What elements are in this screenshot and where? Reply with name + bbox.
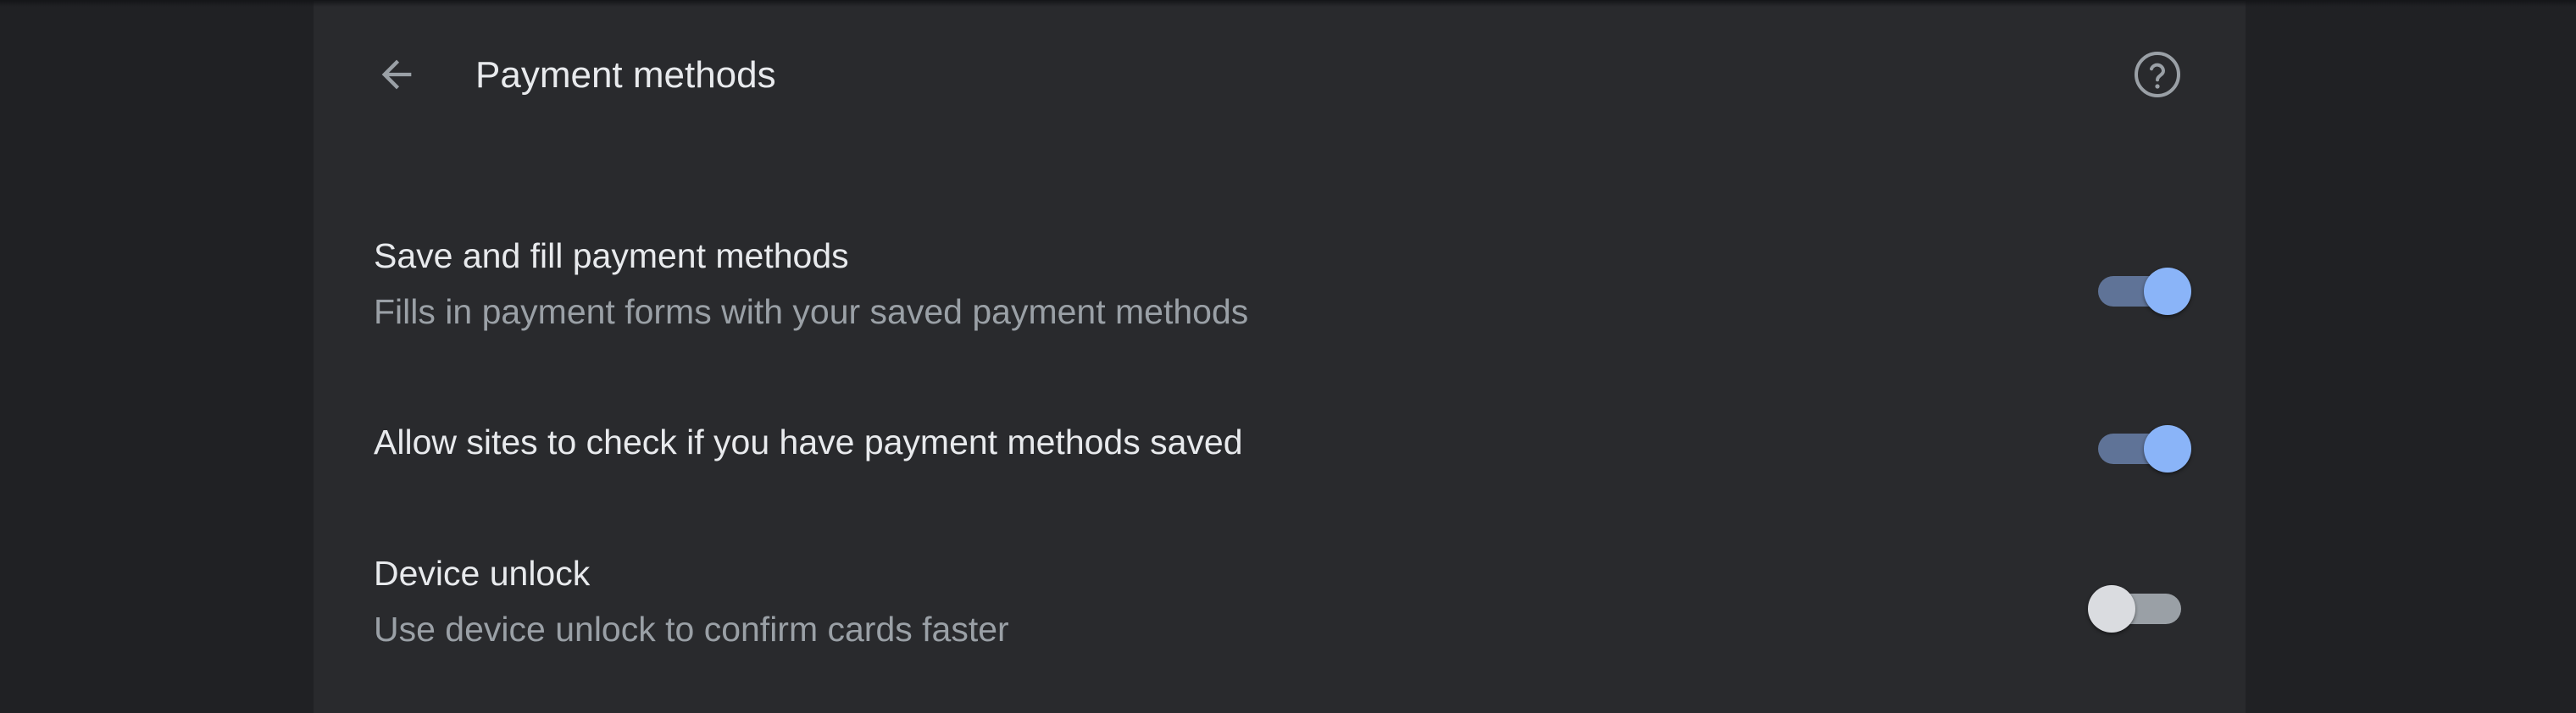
- allow-sites-check-toggle[interactable]: [2093, 418, 2191, 473]
- help-circle-icon: [2135, 52, 2180, 97]
- device-unlock-toggle[interactable]: [2088, 578, 2186, 633]
- top-shadow: [0, 0, 2576, 7]
- back-button[interactable]: [369, 47, 424, 102]
- setting-description: Use device unlock to confirm cards faste…: [374, 610, 1009, 649]
- setting-label: Allow sites to check if you have payment…: [374, 423, 1243, 462]
- settings-page: Payment methods Save and fill payment me…: [0, 0, 2576, 713]
- setting-row-allow-sites-check: Allow sites to check if you have payment…: [314, 415, 2246, 483]
- header: Payment methods: [314, 0, 2246, 152]
- toggle-knob: [2144, 268, 2191, 315]
- arrow-back-icon: [381, 59, 412, 90]
- toggle-knob: [2144, 425, 2191, 473]
- payment-methods-card: Payment methods Save and fill payment me…: [314, 0, 2246, 713]
- setting-row-save-and-fill: Save and fill payment methods Fills in p…: [314, 229, 2246, 356]
- toggle-knob: [2088, 585, 2135, 633]
- help-button[interactable]: [2130, 47, 2185, 102]
- setting-description: Fills in payment forms with your saved p…: [374, 292, 1249, 331]
- page-title: Payment methods: [475, 54, 776, 96]
- setting-label: Save and fill payment methods: [374, 236, 849, 275]
- save-and-fill-toggle[interactable]: [2093, 261, 2191, 315]
- setting-row-device-unlock: Device unlock Use device unlock to confi…: [314, 546, 2246, 673]
- setting-label: Device unlock: [374, 554, 591, 593]
